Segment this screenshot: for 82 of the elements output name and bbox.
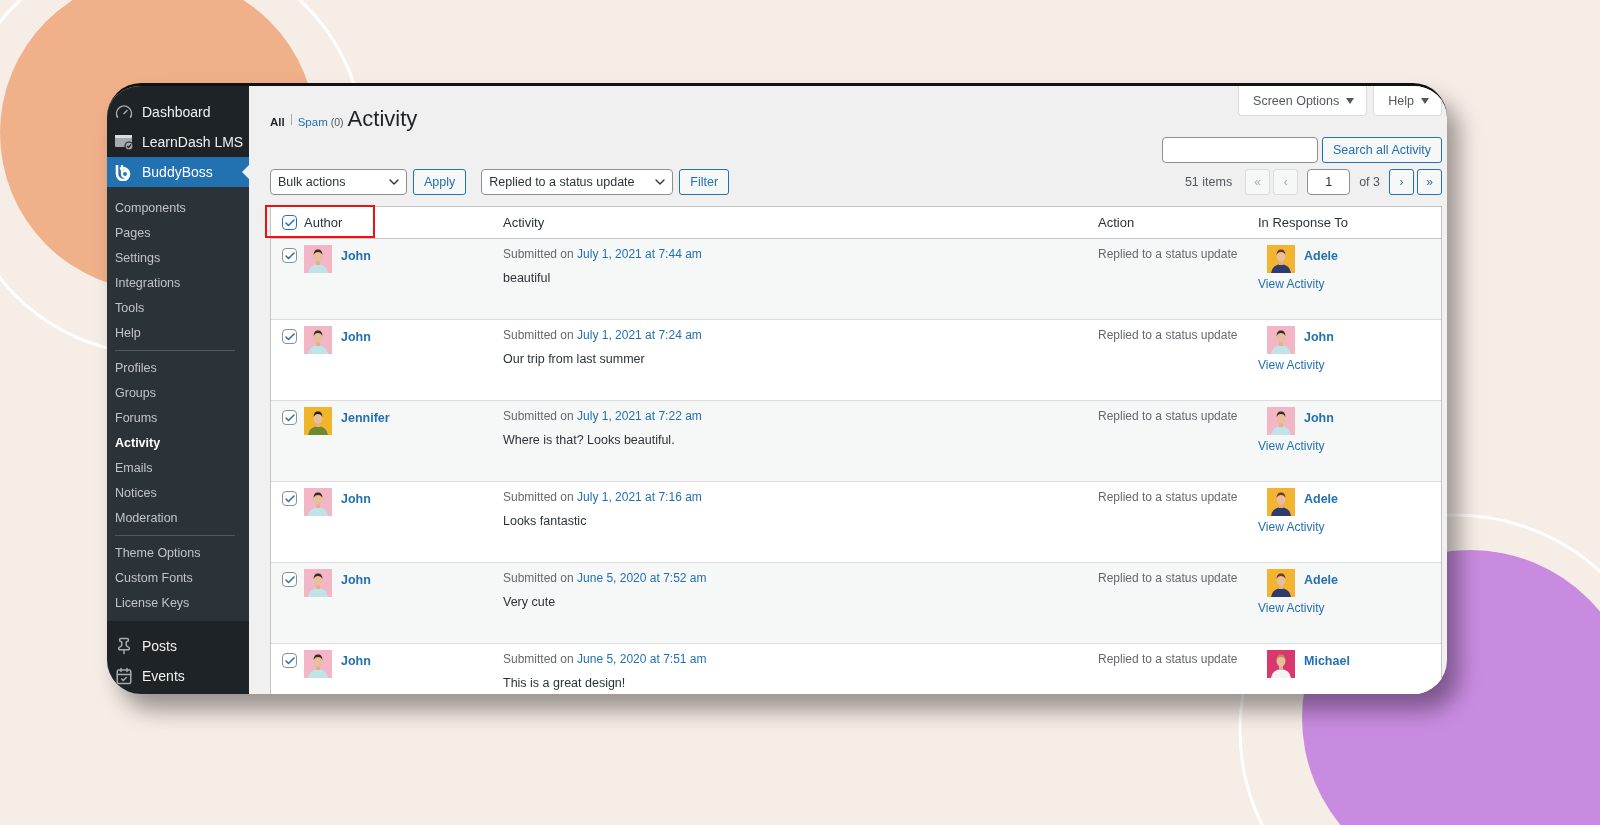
submenu-item[interactable]: Forums bbox=[107, 405, 249, 430]
pagination-button[interactable]: › bbox=[1389, 169, 1414, 195]
submenu-item[interactable]: Activity bbox=[107, 430, 249, 455]
view-activity-link[interactable]: View Activity bbox=[1258, 520, 1441, 534]
date-link[interactable]: July 1, 2021 at 7:44 am bbox=[577, 247, 702, 261]
view-link[interactable]: All bbox=[270, 116, 285, 128]
column-header[interactable]: Action bbox=[1091, 215, 1251, 230]
author-link[interactable]: John bbox=[341, 245, 371, 263]
column-header[interactable]: Activity bbox=[496, 215, 1091, 230]
response-author-link[interactable]: Adele bbox=[1304, 488, 1339, 506]
action-text: Replied to a status update bbox=[1098, 652, 1239, 666]
action-text: Replied to a status update bbox=[1098, 328, 1239, 342]
submenu-item[interactable]: Custom Fonts bbox=[107, 565, 249, 590]
activity-content: This is a great design! bbox=[503, 676, 627, 690]
menu-item[interactable]: Events bbox=[107, 661, 249, 691]
column-header[interactable]: In Response To bbox=[1251, 215, 1441, 230]
submitted-date: Submitted on July 1, 2021 at 7:22 am bbox=[503, 409, 703, 423]
screen-meta-button[interactable]: Screen Options bbox=[1238, 86, 1368, 116]
author-link[interactable]: John bbox=[341, 650, 371, 668]
submenu-item[interactable]: Theme Options bbox=[107, 540, 249, 565]
page-total: of 3 bbox=[1359, 175, 1380, 189]
date-link[interactable]: July 1, 2021 at 7:22 am bbox=[577, 409, 702, 423]
view-activity-link[interactable]: View Activity bbox=[1258, 601, 1441, 615]
submenu-item[interactable]: Moderation bbox=[107, 505, 249, 530]
search-button[interactable]: Search all Activity bbox=[1322, 137, 1442, 163]
bulk-actions-select[interactable]: Bulk actions bbox=[270, 169, 407, 195]
page-field[interactable]: 1 bbox=[1307, 169, 1351, 195]
author-link[interactable]: John bbox=[341, 326, 371, 344]
submenu-item[interactable]: Components bbox=[107, 195, 249, 220]
activity-content: Where is that? Looks beautiful. bbox=[503, 433, 676, 447]
author-link[interactable]: Jennifer bbox=[341, 407, 390, 425]
submenu-item[interactable]: Groups bbox=[107, 380, 249, 405]
filter-button[interactable]: Filter bbox=[679, 169, 730, 195]
submenu-item[interactable]: Profiles bbox=[107, 355, 249, 380]
activity-content: Our trip from last summer bbox=[503, 352, 646, 366]
activity-content: Looks fantastic bbox=[503, 514, 588, 528]
menu-item[interactable]: LearnDash LMS bbox=[107, 127, 249, 157]
submenu-item[interactable]: Notices bbox=[107, 480, 249, 505]
apply-button[interactable]: Apply bbox=[413, 169, 467, 195]
date-link[interactable]: June 5, 2020 at 7:51 am bbox=[577, 652, 707, 666]
author-link[interactable]: John bbox=[341, 488, 371, 506]
pagination-button[interactable]: » bbox=[1417, 169, 1442, 195]
submenu-item[interactable]: Settings bbox=[107, 245, 249, 270]
response-author-link[interactable]: Michael bbox=[1304, 650, 1350, 668]
activity-content: beautiful bbox=[503, 271, 552, 285]
action-text: Replied to a status update bbox=[1098, 571, 1239, 585]
submitted-date: Submitted on July 1, 2021 at 7:16 am bbox=[503, 490, 703, 504]
author-link[interactable]: John bbox=[341, 569, 371, 587]
submitted-date: Submitted on July 1, 2021 at 7:44 am bbox=[503, 247, 703, 261]
column-header[interactable]: Author bbox=[301, 215, 496, 230]
submenu-item[interactable]: Emails bbox=[107, 455, 249, 480]
date-link[interactable]: July 1, 2021 at 7:24 am bbox=[577, 328, 702, 342]
action-text: Replied to a status update bbox=[1098, 490, 1239, 504]
date-link[interactable]: July 1, 2021 at 7:16 am bbox=[577, 490, 702, 504]
menu-item[interactable]: BuddyBoss bbox=[107, 157, 249, 187]
menu-item[interactable]: Dashboard bbox=[107, 97, 249, 127]
menu-item[interactable]: Posts bbox=[107, 631, 249, 661]
filter-select[interactable]: Replied to a status update bbox=[481, 169, 674, 195]
submenu-item[interactable]: Integrations bbox=[107, 270, 249, 295]
activity-content: Very cute bbox=[503, 595, 557, 609]
response-author-link[interactable]: Adele bbox=[1304, 569, 1339, 587]
item-count: 51 items bbox=[1184, 175, 1233, 189]
submitted-date: Submitted on July 1, 2021 at 7:24 am bbox=[503, 328, 703, 342]
response-author-link[interactable]: Adele bbox=[1304, 245, 1339, 263]
screen-meta-button[interactable]: Help bbox=[1373, 86, 1442, 116]
submenu-item[interactable]: Help bbox=[107, 320, 249, 345]
submitted-date: Submitted on June 5, 2020 at 7:51 am bbox=[503, 652, 708, 666]
view-count: (0) bbox=[330, 116, 344, 128]
action-text: Replied to a status update bbox=[1098, 409, 1239, 423]
page-title: Activity bbox=[347, 106, 418, 132]
submenu-item[interactable]: Tools bbox=[107, 295, 249, 320]
view-activity-link[interactable]: View Activity bbox=[1258, 358, 1441, 372]
submenu-item[interactable]: Pages bbox=[107, 220, 249, 245]
view-activity-link[interactable]: View Activity bbox=[1258, 439, 1441, 453]
response-author-link[interactable]: John bbox=[1304, 326, 1334, 344]
response-author-link[interactable]: John bbox=[1304, 407, 1334, 425]
view-activity-link[interactable]: View Activity bbox=[1258, 277, 1441, 291]
view-link[interactable]: Spam bbox=[297, 116, 328, 128]
action-text: Replied to a status update bbox=[1098, 247, 1239, 261]
submenu-item[interactable]: License Keys bbox=[107, 590, 249, 615]
submitted-date: Submitted on June 5, 2020 at 7:52 am bbox=[503, 571, 708, 585]
date-link[interactable]: June 5, 2020 at 7:52 am bbox=[577, 571, 707, 585]
